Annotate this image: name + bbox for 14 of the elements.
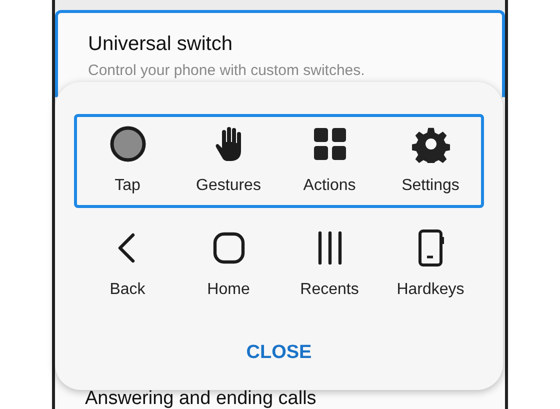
setting-title: Answering and ending calls (85, 389, 316, 408)
menu-label[interactable]: Hardkeys (396, 281, 464, 299)
menu-label[interactable]: Tap (114, 177, 140, 195)
menu-label[interactable]: Recents (300, 281, 359, 299)
settings-icon[interactable] (412, 125, 450, 163)
close-button[interactable]: CLOSE (238, 338, 320, 368)
menu-label[interactable]: Settings (402, 177, 460, 195)
tap-icon[interactable] (108, 125, 146, 163)
menu-label[interactable]: Gestures (196, 177, 261, 195)
setting-title: Universal switch (88, 32, 232, 56)
menu-label[interactable]: Back (110, 281, 146, 299)
menu-label[interactable]: Home (207, 281, 250, 299)
setting-subtitle: Control your phone with custom switches. (88, 62, 365, 79)
menu-label[interactable]: Actions (303, 177, 356, 195)
